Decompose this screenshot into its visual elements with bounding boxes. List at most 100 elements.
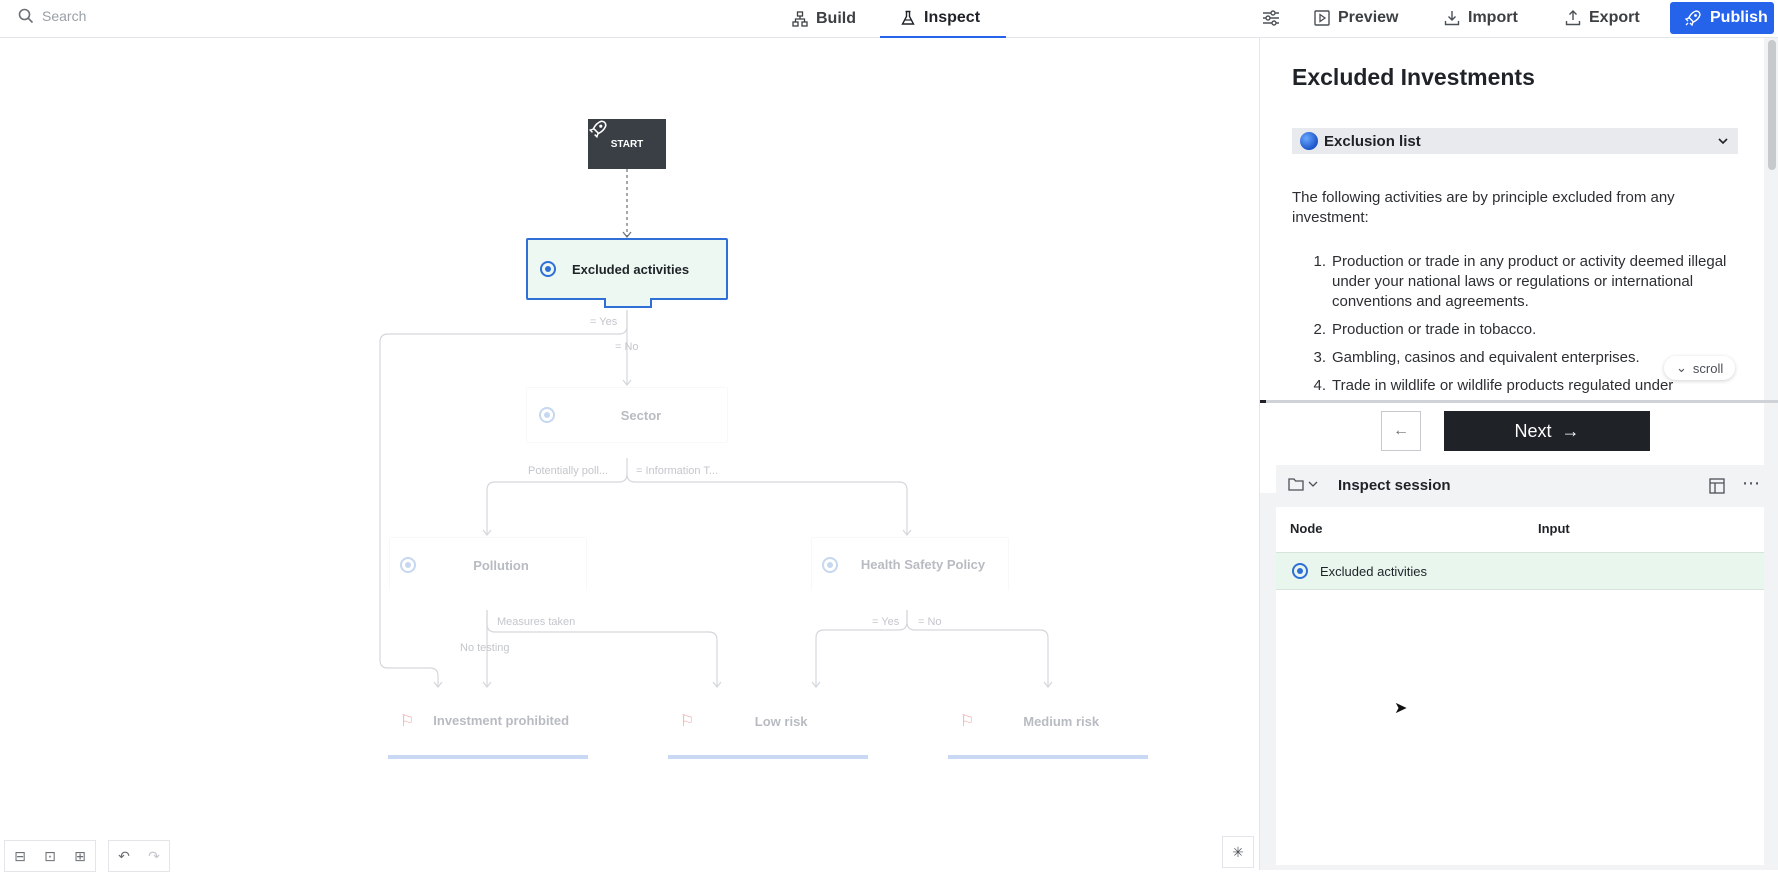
- edge-label-potentially: Potentially poll...: [528, 465, 609, 477]
- preview-button[interactable]: Preview: [1314, 2, 1398, 34]
- edge-label-yes-2: = Yes: [872, 616, 900, 628]
- list-text: Gambling, casinos and equivalent enterpr…: [1332, 349, 1640, 366]
- mouse-cursor-icon: ➤: [1394, 700, 1408, 717]
- target-icon: [540, 261, 556, 277]
- asterisk-button[interactable]: ✳: [1222, 836, 1254, 868]
- list-item: 1. Production or trade in any product or …: [1292, 252, 1728, 312]
- export-button[interactable]: Export: [1565, 2, 1640, 34]
- search-box[interactable]: Search: [18, 8, 86, 24]
- node-low-risk[interactable]: ⚐ Low risk: [668, 694, 868, 748]
- scrollbar-thumb[interactable]: [1768, 40, 1776, 170]
- table-header: Node Input: [1276, 517, 1764, 543]
- search-icon: [18, 8, 34, 24]
- back-button[interactable]: ←: [1381, 411, 1421, 451]
- node-medium-label: Medium risk: [1023, 713, 1100, 729]
- target-icon: [400, 557, 416, 573]
- list-number: 3.: [1313, 349, 1326, 366]
- risk-bar: [388, 755, 588, 759]
- node-health-label: Health Safety Policy: [860, 557, 986, 572]
- accordion-label: Exclusion list: [1324, 132, 1421, 150]
- right-panel: Excluded Investments Exclusion list The …: [1259, 38, 1778, 870]
- download-icon: [1444, 11, 1460, 26]
- import-button[interactable]: Import: [1444, 2, 1518, 34]
- undo-button[interactable]: ↶: [109, 841, 139, 871]
- edge-label-notesting: No testing: [460, 642, 510, 654]
- zoom-in-button[interactable]: ⊞: [65, 841, 95, 871]
- node-pollution-label: Pollution: [473, 557, 529, 573]
- rocket-icon: [588, 120, 607, 139]
- fit-view-button[interactable]: ⊡: [35, 841, 65, 871]
- export-label: Export: [1589, 9, 1640, 26]
- list-item: 3. Gambling, casinos and equivalent enter…: [1292, 348, 1728, 368]
- more-options-button[interactable]: ⋯: [1742, 473, 1760, 494]
- chevron-down-icon: [1718, 138, 1728, 145]
- list-number: 2.: [1313, 321, 1326, 338]
- folder-icon: [1288, 478, 1304, 491]
- intro-paragraph: The following activities are by principl…: [1292, 189, 1675, 226]
- flask-icon: [901, 10, 915, 25]
- tab-build[interactable]: Build: [792, 0, 856, 38]
- layout-toggle-button[interactable]: [1709, 478, 1725, 497]
- redo-button[interactable]: ↷: [139, 841, 169, 871]
- fit-square-icon: ⊡: [44, 847, 56, 864]
- flow-canvas[interactable]: START Excluded activities = Yes = No Sec…: [0, 38, 1258, 872]
- node-pollution[interactable]: Pollution: [390, 538, 586, 592]
- tab-inspect[interactable]: Inspect: [880, 0, 1006, 38]
- import-label: Import: [1468, 9, 1518, 26]
- tab-inspect-label: Inspect: [924, 9, 981, 26]
- node-sector[interactable]: Sector: [527, 388, 727, 442]
- edge-label-no: = No: [615, 341, 639, 353]
- content-title: Excluded Investments: [1292, 64, 1535, 90]
- scroll-hint-button[interactable]: ⌄ scroll: [1664, 356, 1736, 380]
- exclusion-list-accordion[interactable]: Exclusion list: [1292, 128, 1738, 154]
- node-medium-risk[interactable]: ⚐ Medium risk: [948, 694, 1148, 748]
- history-controls: ↶ ↷: [108, 840, 170, 872]
- column-input: Input: [1538, 521, 1570, 536]
- layout-icon: [1709, 478, 1725, 494]
- redo-icon: ↷: [148, 847, 160, 864]
- target-icon: [1292, 563, 1308, 579]
- edge-label-infotech: = Information T...: [636, 465, 719, 477]
- list-text: Production or trade in any product or ac…: [1332, 253, 1727, 310]
- scroll-hint-label: scroll: [1692, 360, 1724, 376]
- table-row[interactable]: Excluded activities: [1276, 552, 1764, 590]
- next-label: Next: [1514, 420, 1552, 441]
- publish-label: Publish: [1710, 9, 1768, 26]
- zoom-out-button[interactable]: ⊟: [5, 841, 35, 871]
- minus-square-icon: ⊟: [14, 847, 26, 864]
- session-title: Inspect session: [1338, 477, 1451, 494]
- more-horizontal-icon: ⋯: [1742, 473, 1760, 493]
- publish-button[interactable]: Publish: [1670, 2, 1774, 34]
- zoom-controls: ⊟ ⊡ ⊞: [4, 840, 96, 872]
- node-sector-label: Sector: [620, 407, 662, 423]
- column-node: Node: [1290, 521, 1323, 536]
- arrow-left-icon: ←: [1393, 422, 1409, 439]
- chevron-down-icon: [1308, 481, 1318, 487]
- content-card: Excluded Investments Exclusion list The …: [1260, 38, 1764, 402]
- next-button[interactable]: Next →: [1444, 411, 1650, 451]
- node-investment-prohibited[interactable]: ⚐ Investment prohibited: [388, 694, 588, 748]
- node-health-safety[interactable]: Health Safety Policy: [812, 538, 1008, 592]
- start-label: START: [610, 138, 644, 150]
- edge-label-yes: = Yes: [590, 316, 618, 328]
- list-number: 4.: [1313, 377, 1326, 394]
- list-text: Production or trade in tobacco.: [1332, 321, 1537, 338]
- settings-sliders-button[interactable]: [1262, 2, 1280, 34]
- folder-dropdown[interactable]: [1288, 477, 1318, 491]
- node-excluded-activities[interactable]: Excluded activities: [526, 238, 728, 308]
- plus-square-icon: ⊞: [74, 847, 86, 864]
- exclusion-list: 1. Production or trade in any product or …: [1292, 252, 1728, 402]
- list-item: 4. Trade in wildlife or wildlife products…: [1292, 376, 1728, 396]
- sliders-icon: [1263, 10, 1279, 26]
- content-scrollbar[interactable]: [1765, 38, 1778, 458]
- list-item: 2. Production or trade in tobacco.: [1292, 320, 1728, 340]
- start-node[interactable]: START: [588, 119, 666, 169]
- hierarchy-icon: [792, 11, 808, 27]
- tab-build-label: Build: [816, 10, 856, 27]
- preview-label: Preview: [1338, 9, 1399, 26]
- node-tail: [604, 298, 652, 308]
- risk-bar: [948, 755, 1148, 759]
- node-low-label: Low risk: [754, 713, 808, 729]
- top-bar: Search Build Inspect Preview Import Expo…: [0, 0, 1778, 38]
- search-placeholder: Search: [42, 8, 87, 24]
